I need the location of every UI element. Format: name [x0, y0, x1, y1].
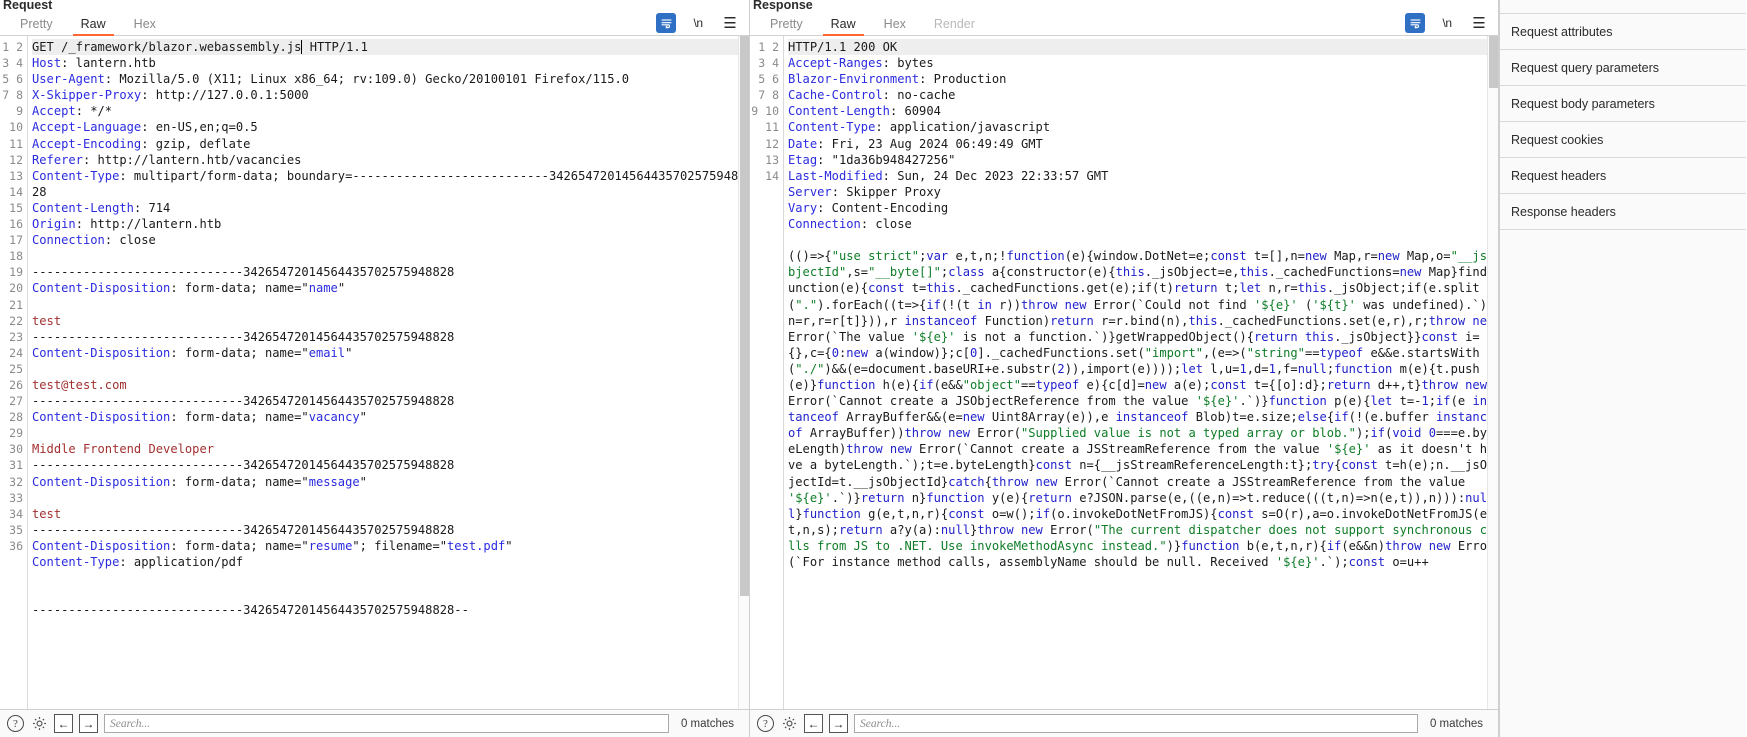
tab-response-hex[interactable]: Hex: [870, 15, 920, 35]
sidebar-item-request-attributes[interactable]: Request attributes: [1500, 14, 1746, 50]
newline-label: \n: [693, 16, 703, 30]
inspector-header: [1500, 0, 1746, 14]
gear-icon[interactable]: [30, 715, 48, 733]
word-wrap-icon[interactable]: [1405, 13, 1425, 33]
burp-repeater-window: Request Pretty Raw Hex \n ☰ 1 2 3 4 5 6 …: [0, 0, 1747, 737]
request-search-input[interactable]: [104, 714, 669, 733]
arrow-right-icon[interactable]: →: [79, 714, 98, 733]
tab-response-raw[interactable]: Raw: [817, 15, 870, 36]
response-line-numbers: 1 2 3 4 5 6 7 8 9 10 11 12 13 14: [750, 36, 784, 709]
help-circle-icon[interactable]: ?: [7, 715, 24, 732]
sidebar-item-request-body-parameters[interactable]: Request body parameters: [1500, 86, 1746, 122]
arrow-left-icon[interactable]: ←: [54, 714, 73, 733]
request-scroll-thumb[interactable]: [740, 36, 749, 596]
hamburger-menu-icon[interactable]: ☰: [1469, 13, 1489, 33]
response-scroll-thumb[interactable]: [1489, 36, 1498, 88]
hamburger-menu-icon[interactable]: ☰: [720, 13, 740, 33]
tab-response-render[interactable]: Render: [920, 15, 989, 35]
newline-toggle-icon[interactable]: \n: [688, 13, 708, 33]
response-search-input[interactable]: [854, 714, 1418, 733]
tab-request-hex[interactable]: Hex: [120, 15, 170, 35]
request-pane: Request Pretty Raw Hex \n ☰ 1 2 3 4 5 6 …: [0, 0, 750, 737]
request-match-count: 0 matches: [680, 717, 734, 730]
arrow-right-icon[interactable]: →: [829, 714, 848, 733]
arrow-left-icon[interactable]: ←: [804, 714, 823, 733]
sidebar-item-label: Response headers: [1511, 204, 1616, 219]
gear-icon[interactable]: [780, 715, 798, 733]
request-line-numbers: 1 2 3 4 5 6 7 8 9 10 11 12 13 14 15 16 1…: [0, 36, 28, 709]
sidebar-item-label: Request attributes: [1511, 24, 1613, 39]
request-vertical-scrollbar[interactable]: [738, 36, 749, 709]
sidebar-item-label: Request query parameters: [1511, 60, 1659, 75]
response-raw-text[interactable]: HTTP/1.1 200 OK Accept-Ranges: bytes Blazo…: [784, 36, 1498, 709]
response-panel-title: Response: [753, 0, 813, 12]
request-editor[interactable]: 1 2 3 4 5 6 7 8 9 10 11 12 13 14 15 16 1…: [0, 36, 749, 709]
sidebar-item-request-query-parameters[interactable]: Request query parameters: [1500, 50, 1746, 86]
response-match-count: 0 matches: [1429, 717, 1483, 730]
response-editor[interactable]: 1 2 3 4 5 6 7 8 9 10 11 12 13 14 HTTP/1.…: [750, 36, 1498, 709]
tab-response-pretty[interactable]: Pretty: [756, 15, 817, 35]
sidebar-item-label: Request body parameters: [1511, 96, 1655, 111]
request-raw-text[interactable]: GET /_framework/blazor.webassembly.js HT…: [28, 36, 749, 709]
response-vertical-scrollbar[interactable]: [1487, 36, 1498, 709]
sidebar-item-label: Request cookies: [1511, 132, 1604, 147]
sidebar-item-label: Request headers: [1511, 168, 1607, 183]
newline-label: \n: [1442, 16, 1452, 30]
sidebar-item-request-headers[interactable]: Request headers: [1500, 158, 1746, 194]
inspector-sidebar: Request attributes Request query paramet…: [1499, 0, 1746, 737]
request-panel-title: Request: [3, 0, 53, 12]
tab-request-pretty[interactable]: Pretty: [6, 15, 67, 35]
response-tab-actions: \n ☰: [1405, 13, 1498, 35]
response-bottom-toolbar: ? ← → 0 matches: [750, 709, 1498, 737]
sidebar-item-response-headers[interactable]: Response headers: [1500, 194, 1746, 230]
request-tab-actions: \n ☰: [656, 13, 749, 35]
request-bottom-toolbar: ? ← → 0 matches: [0, 709, 749, 737]
newline-toggle-icon[interactable]: \n: [1437, 13, 1457, 33]
request-tabbar: Pretty Raw Hex \n ☰: [0, 12, 749, 36]
sidebar-item-request-cookies[interactable]: Request cookies: [1500, 122, 1746, 158]
tab-request-raw[interactable]: Raw: [67, 15, 120, 36]
help-circle-icon[interactable]: ?: [757, 715, 774, 732]
response-tabbar: Pretty Raw Hex Render \n ☰: [750, 12, 1498, 36]
response-pane: Response Pretty Raw Hex Render \n ☰ 1 2 …: [750, 0, 1499, 737]
word-wrap-icon[interactable]: [656, 13, 676, 33]
